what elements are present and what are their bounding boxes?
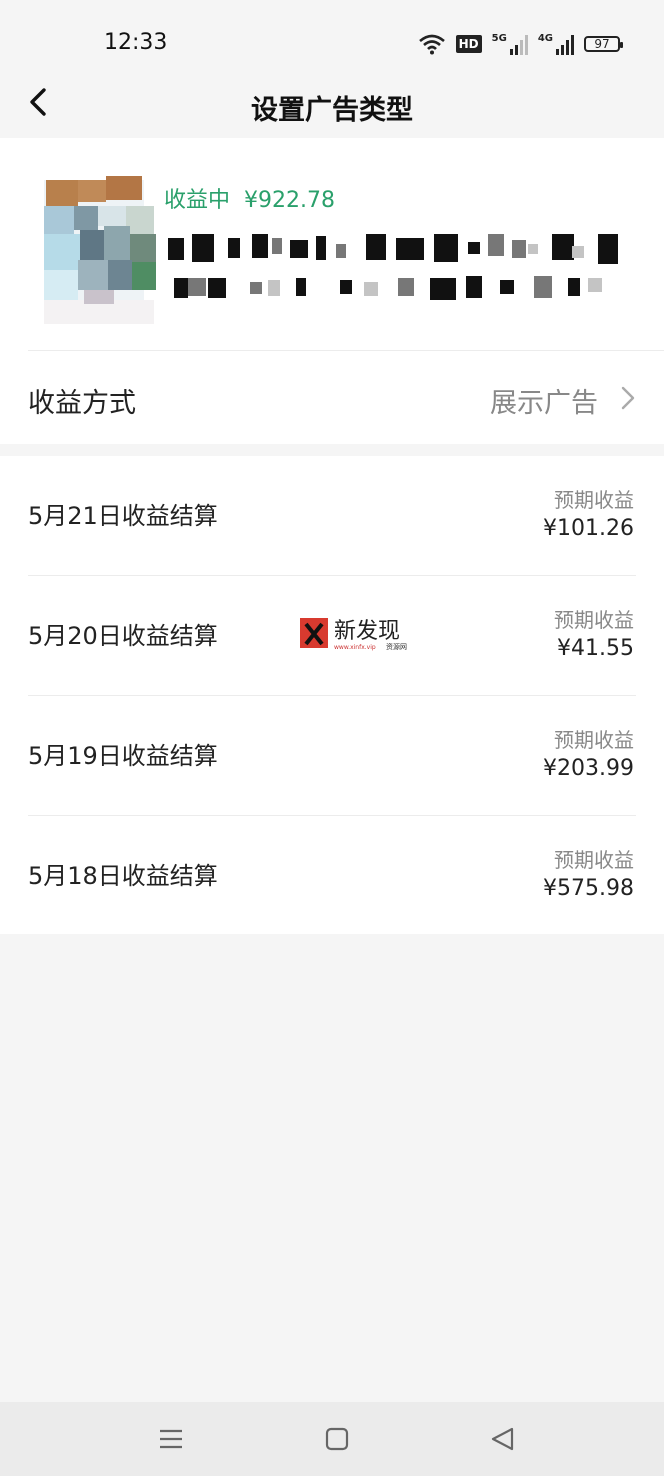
hd-icon: HD	[455, 35, 482, 53]
settlement-row[interactable]: 5月18日收益结算 预期收益 ¥575.98	[0, 816, 664, 935]
battery-level: 97	[594, 37, 610, 51]
wifi-icon	[418, 34, 445, 55]
expected-value: ¥101.26	[543, 516, 634, 541]
expected-label: 预期收益	[554, 488, 634, 512]
settlement-date: 5月21日收益结算	[28, 502, 218, 530]
earning-method-row[interactable]: 收益方式 展示广告	[0, 351, 664, 444]
blurred-ad-title	[168, 234, 618, 300]
expected-value: ¥203.99	[543, 756, 634, 781]
top-nav: 设置广告类型	[0, 66, 664, 138]
signal-4g-label: 4G	[537, 33, 553, 44]
watermark-sub-text: www.xinfx.vip	[334, 644, 376, 651]
status-icons: HD 5G 4G 97	[418, 30, 623, 58]
signal-5g-label: 5G	[491, 33, 507, 44]
earning-status: 收益中 ¥922.78	[164, 182, 335, 214]
settlement-row[interactable]: 5月21日收益结算 预期收益 ¥101.26	[0, 456, 664, 575]
system-nav-bar	[0, 1402, 664, 1476]
back-triangle-icon[interactable]	[486, 1422, 520, 1456]
ad-thumbnail	[44, 176, 156, 324]
earning-method-value: 展示广告	[490, 388, 598, 419]
expected-label: 预期收益	[554, 728, 634, 752]
ad-card: 收益中 ¥922.78 收益方式 展示广告	[0, 138, 664, 444]
earning-amount: ¥922.78	[244, 188, 335, 213]
page-title: 设置广告类型	[251, 95, 413, 126]
settlement-date: 5月18日收益结算	[28, 862, 218, 890]
expected-label: 预期收益	[554, 848, 634, 872]
signal-4g-icon: 4G	[538, 33, 574, 55]
expected-value: ¥575.98	[543, 876, 634, 901]
settlement-date: 5月20日收益结算	[28, 622, 218, 650]
settlement-row[interactable]: 5月19日收益结算 预期收益 ¥203.99	[0, 696, 664, 815]
earning-method-label: 收益方式	[28, 388, 136, 419]
settlement-date: 5月19日收益结算	[28, 742, 218, 770]
battery-icon: 97	[584, 36, 623, 52]
chevron-right-icon	[621, 386, 635, 410]
earning-status-label: 收益中	[164, 188, 231, 213]
expected-value: ¥41.55	[557, 636, 634, 661]
watermark-logo: 新发现 www.xinfx.vip 资源网	[300, 618, 407, 651]
settlement-list: 5月21日收益结算 预期收益 ¥101.26 5月20日收益结算 预期收益 ¥4…	[0, 456, 664, 934]
signal-5g-icon: 5G	[492, 33, 528, 55]
expected-label: 预期收益	[554, 608, 634, 632]
home-square-icon[interactable]	[320, 1422, 354, 1456]
watermark-main-text: 新发现	[334, 619, 400, 644]
watermark-sub-text2: 资源网	[386, 642, 407, 651]
status-time: 12:33	[104, 30, 168, 55]
menu-icon[interactable]	[154, 1422, 188, 1456]
